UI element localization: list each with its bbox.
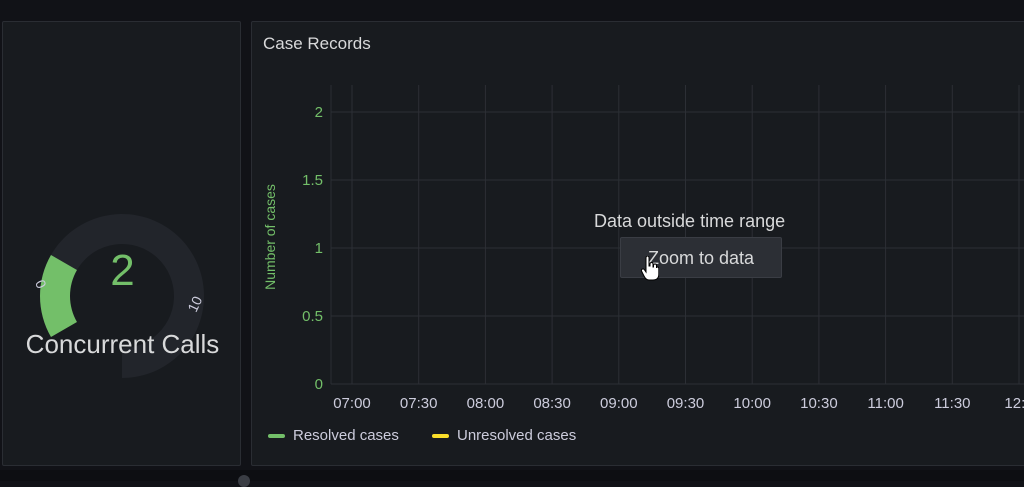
x-tick-label: 12:0 — [1004, 395, 1024, 412]
y-axis-label: Number of cases — [262, 184, 278, 290]
legend-label: Unresolved cases — [457, 427, 577, 444]
y-tick-label: 0 — [315, 376, 323, 393]
legend-swatch — [268, 434, 285, 439]
legend-label: Resolved cases — [293, 427, 399, 444]
x-tick-label: 10:30 — [800, 395, 838, 412]
x-tick-label: 11:30 — [934, 395, 970, 412]
scroll-handle[interactable] — [238, 475, 250, 487]
x-tick-label: 08:30 — [533, 395, 571, 412]
case-records-chart: 0 0.5 1 1.5 2 07:00 07:30 08:00 08:30 09:00 09:30 1… — [262, 85, 1024, 412]
bottom-scrollbar[interactable] — [0, 470, 1024, 481]
x-tick-label: 09:30 — [667, 395, 705, 412]
y-tick-label: 0.5 — [302, 308, 323, 325]
y-tick-label: 1.5 — [302, 172, 323, 189]
x-tick-label: 07:00 — [333, 395, 371, 412]
hand-cursor-icon — [641, 256, 659, 281]
legend-swatch — [432, 434, 449, 439]
x-tick-label: 11:00 — [867, 395, 903, 412]
legend-item-unresolved[interactable]: Unresolved cases — [432, 427, 576, 444]
legend-item-resolved[interactable]: Resolved cases — [268, 427, 399, 444]
x-tick-label: 09:00 — [600, 395, 638, 412]
y-tick-label: 2 — [315, 104, 323, 121]
x-tick-label: 08:00 — [467, 395, 505, 412]
data-outside-range-message: Data outside time range — [594, 211, 786, 231]
x-tick-label: 07:30 — [400, 395, 438, 412]
x-tick-label: 10:00 — [733, 395, 771, 412]
y-tick-label: 1 — [315, 240, 323, 257]
